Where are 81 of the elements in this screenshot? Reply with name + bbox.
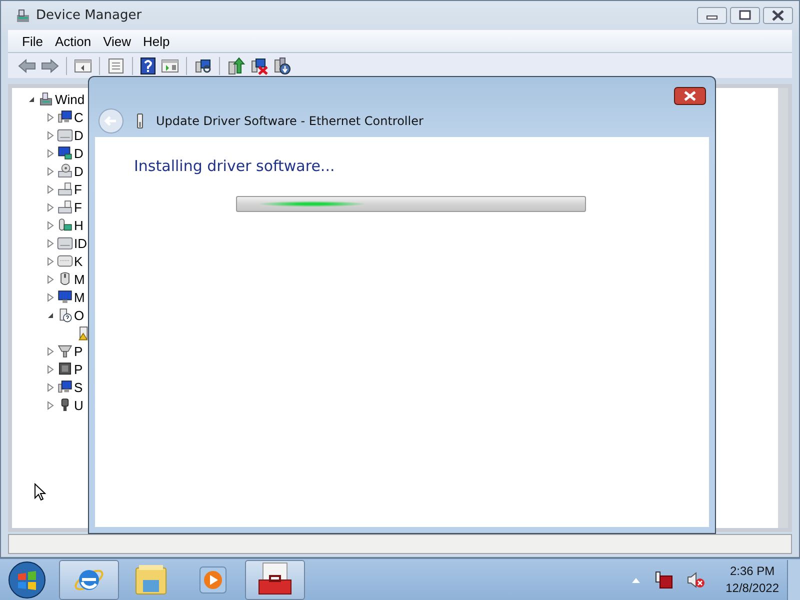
expand-arrow-icon[interactable]: [45, 130, 56, 140]
panel-icon[interactable]: [74, 58, 92, 74]
tree-item[interactable]: S: [74, 380, 83, 394]
device-icon: [57, 199, 73, 215]
speaker-muted-icon[interactable]: [686, 570, 705, 588]
tree-item[interactable]: ID: [74, 236, 87, 250]
back-button[interactable]: [98, 108, 124, 134]
menu-item[interactable]: Help: [139, 34, 178, 48]
dialog-title: Update Driver Software - Ethernet Controller: [156, 114, 424, 128]
expand-arrow-icon[interactable]: [45, 184, 56, 194]
update-icon[interactable]: [227, 56, 245, 74]
device-manager-icon: [15, 8, 31, 24]
tree-item[interactable]: M: [74, 272, 85, 286]
tree-item[interactable]: D: [74, 164, 84, 178]
tree-item[interactable]: F: [74, 200, 82, 214]
help-icon[interactable]: [140, 56, 156, 74]
back-arrow-icon[interactable]: [18, 58, 36, 74]
tree-item[interactable]: U: [74, 398, 84, 412]
tree-item[interactable]: C: [74, 110, 84, 124]
expand-arrow-icon[interactable]: [45, 346, 56, 356]
expand-arrow-icon[interactable]: [45, 256, 56, 266]
scrollbar[interactable]: [778, 88, 788, 528]
clock-time[interactable]: 2:36 PM: [726, 562, 779, 580]
tree-item[interactable]: O: [74, 308, 84, 322]
device-icon: [57, 181, 73, 197]
disable-icon[interactable]: [250, 56, 268, 74]
close-button[interactable]: [763, 7, 793, 24]
device-icon: [57, 307, 73, 323]
scan-icon[interactable]: [194, 58, 212, 74]
show-desktop-button[interactable]: [787, 560, 800, 600]
device-icon: [57, 253, 73, 269]
network-icon[interactable]: [654, 570, 673, 588]
uninstall-icon[interactable]: [273, 56, 291, 74]
expand-arrow-icon[interactable]: [45, 382, 56, 392]
taskbar-button[interactable]: [245, 560, 305, 600]
close-button[interactable]: [674, 87, 706, 105]
document-icon[interactable]: [107, 58, 125, 74]
expand-arrow-icon[interactable]: [45, 112, 56, 122]
device-icon: [57, 109, 73, 125]
menu-item[interactable]: Action: [50, 34, 100, 48]
expand-arrow-icon[interactable]: [45, 238, 56, 248]
device-icon: [57, 343, 73, 359]
device-icon: [57, 289, 73, 305]
ethernet-icon: [136, 113, 144, 129]
maximize-button[interactable]: [730, 7, 760, 24]
expand-arrow-icon[interactable]: [45, 166, 56, 176]
device-icon: [57, 235, 73, 251]
expand-arrow-icon[interactable]: [45, 148, 56, 158]
start-button[interactable]: [7, 560, 47, 600]
tree-item[interactable]: P: [74, 344, 83, 358]
expand-arrow-icon[interactable]: [45, 274, 56, 284]
tree-item[interactable]: F: [74, 182, 82, 196]
device-icon: [57, 361, 73, 377]
device-icon: [57, 127, 73, 143]
device-icon: [57, 217, 73, 233]
show-hidden-icons-button[interactable]: [630, 576, 641, 584]
menu-item[interactable]: File: [18, 34, 51, 48]
tree-item[interactable]: M: [74, 290, 85, 304]
expand-arrow-icon[interactable]: [45, 292, 56, 302]
cursor-icon: [34, 483, 46, 502]
tree-item[interactable]: K: [74, 254, 83, 268]
clock-date[interactable]: 12/8/2022: [726, 580, 779, 596]
tree-item[interactable]: D: [74, 128, 84, 142]
device-icon: [57, 163, 73, 179]
expand-arrow-icon[interactable]: [45, 202, 56, 212]
minimize-button[interactable]: [697, 7, 727, 24]
panel-icon[interactable]: [161, 58, 179, 74]
device-icon: [57, 379, 73, 395]
forward-arrow-icon[interactable]: [41, 58, 59, 74]
expand-arrow-icon[interactable]: [45, 364, 56, 374]
tree-item[interactable]: P: [74, 362, 83, 376]
device-icon: [57, 145, 73, 161]
device-icon: [38, 91, 54, 107]
status-heading: Installing driver software...: [134, 157, 336, 175]
expand-arrow-icon[interactable]: [45, 400, 56, 410]
menu-item[interactable]: View: [99, 34, 140, 48]
expand-arrow-icon[interactable]: [45, 220, 56, 230]
tree-item[interactable]: Wind: [55, 92, 85, 106]
tree-item[interactable]: H: [74, 218, 84, 232]
tree-item[interactable]: D: [74, 146, 84, 160]
window-title: Device Manager: [36, 8, 142, 23]
